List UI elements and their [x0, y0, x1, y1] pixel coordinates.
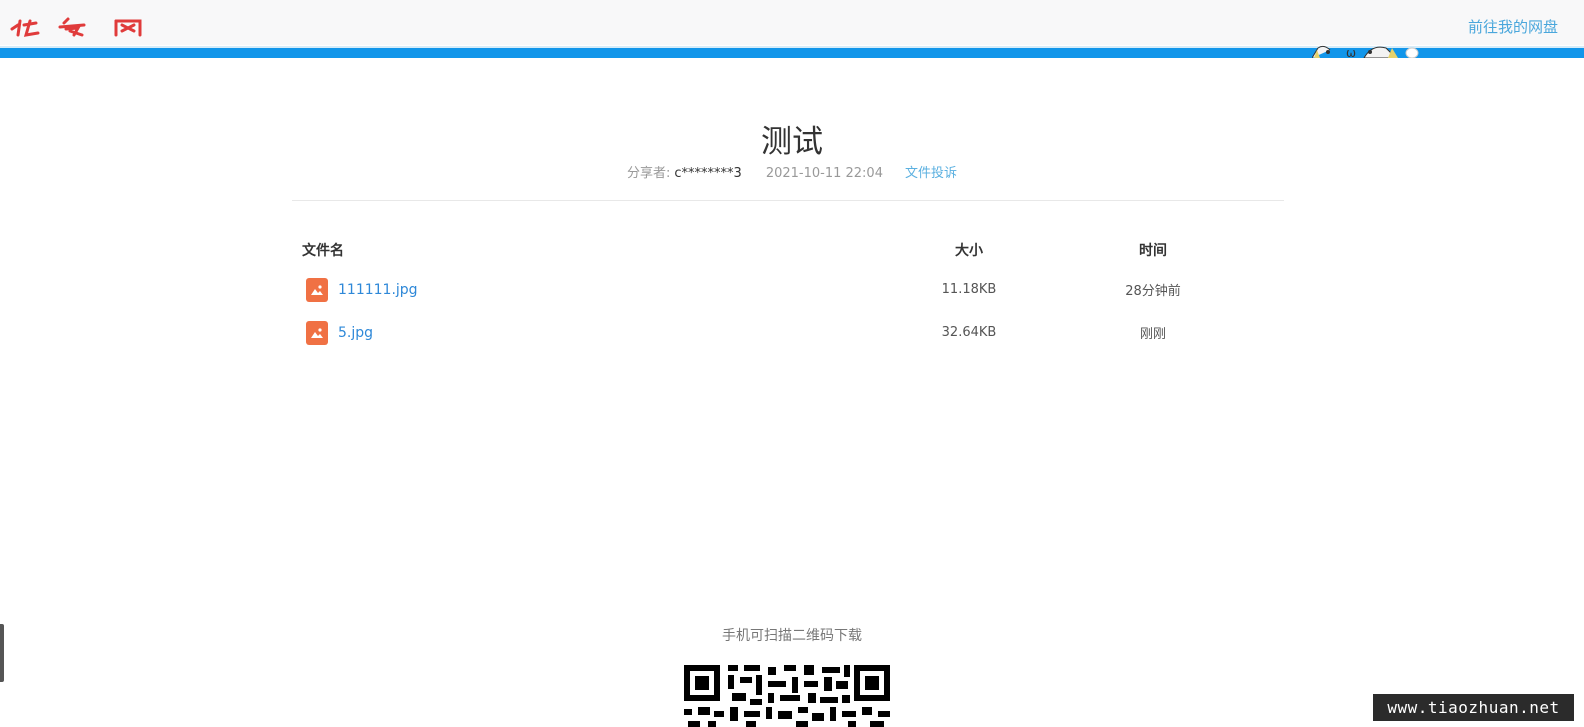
table-header: 文件名 大小 时间 — [292, 232, 1284, 268]
logo-calligraphy-icon — [10, 17, 142, 37]
column-header-size[interactable]: 大小 — [914, 240, 1024, 260]
column-header-name[interactable]: 文件名 — [292, 240, 914, 260]
share-title: 测试 — [761, 124, 823, 160]
top-navbar: 前往我的网盘 — [0, 0, 1584, 45]
file-table: 文件名 大小 时间 111111.jpg 11.18KB 28分钟前 5.jpg… — [292, 232, 1284, 354]
side-feedback-tab[interactable] — [0, 624, 4, 682]
go-to-my-drive-link[interactable]: 前往我的网盘 — [1468, 16, 1558, 37]
file-link[interactable]: 5.jpg — [338, 325, 373, 341]
file-size: 32.64KB — [941, 325, 997, 340]
mascot-icon: ω — [1312, 45, 1419, 58]
file-name-cell: 111111.jpg — [292, 277, 914, 302]
sharer-label: 分享者: — [627, 166, 671, 181]
file-link[interactable]: 111111.jpg — [338, 282, 418, 298]
svg-text:ω: ω — [1346, 46, 1356, 58]
share-date: 2021-10-11 22:04 — [765, 166, 883, 181]
file-name-cell: 5.jpg — [292, 320, 914, 345]
table-row[interactable]: 111111.jpg 11.18KB 28分钟前 — [292, 268, 1284, 311]
file-time: 28分钟前 — [1125, 284, 1181, 299]
share-meta: 分享者: c********3 2021-10-11 22:04 文件投诉 — [0, 162, 1584, 181]
qr-caption: 手机可扫描二维码下载 — [722, 628, 862, 644]
qr-code — [684, 665, 890, 727]
table-row[interactable]: 5.jpg 32.64KB 刚刚 — [292, 311, 1284, 354]
column-header-time[interactable]: 时间 — [1068, 240, 1238, 260]
site-watermark: www.tiaozhuan.net — [1373, 694, 1574, 721]
report-file-link[interactable]: 文件投诉 — [905, 162, 957, 181]
file-time: 刚刚 — [1139, 327, 1166, 342]
divider — [292, 200, 1284, 201]
sharer-name: c********3 — [674, 166, 742, 181]
image-file-icon — [306, 320, 328, 345]
image-file-icon — [306, 277, 328, 302]
site-logo[interactable] — [8, 12, 148, 40]
file-size: 11.18KB — [941, 282, 997, 297]
